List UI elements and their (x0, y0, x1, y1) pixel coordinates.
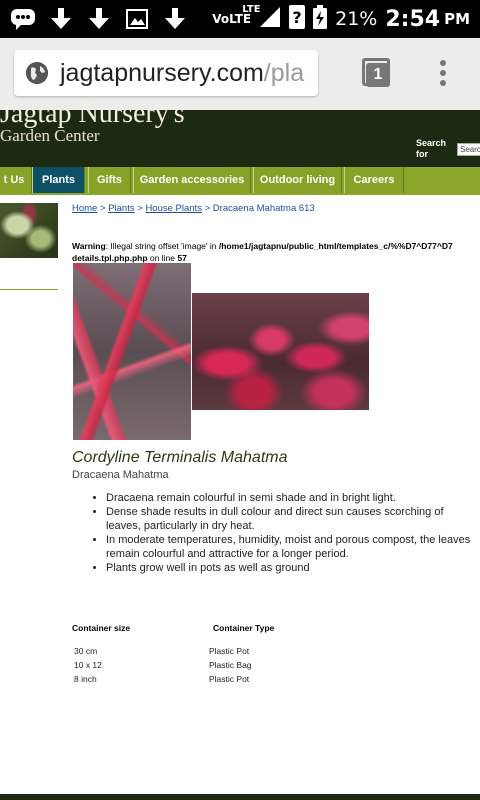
breadcrumb-current: Dracaena Mahatma 613 (212, 203, 315, 214)
container-type-cell: Plastic Bag (209, 660, 252, 670)
url-domain: jagtapnursery.com (60, 59, 264, 87)
clock: 2:54 (385, 6, 441, 32)
address-bar[interactable]: jagtapnursery.com/pla (14, 50, 318, 96)
product-common-name: Dracaena Mahatma (72, 469, 169, 481)
list-item: In moderate temperatures, humidity, mois… (106, 533, 478, 561)
battery-percent: 21% (335, 8, 378, 30)
warning-line-text: on line (147, 253, 178, 263)
list-item: Dracaena remain colourful in semi shade … (106, 491, 478, 505)
product-image-closeup[interactable] (73, 263, 191, 440)
table-row: 10 x 12 Plastic Bag (74, 660, 374, 672)
tab-count: 1 (366, 63, 390, 87)
container-size-cell: 10 x 12 (74, 660, 102, 670)
container-type-cell: Plastic Pot (209, 674, 250, 684)
breadcrumb-separator: > (204, 203, 211, 214)
url-text: jagtapnursery.com/pla (60, 59, 304, 88)
download-icon (86, 6, 112, 32)
list-item: Dense shade results in dull colour and d… (106, 505, 478, 533)
system-indicators: VoLTE LTE ? 21% 2:54 PM (212, 0, 470, 38)
product-title: Cordyline Terminalis Mahatma (72, 449, 288, 466)
dot-icon (440, 70, 446, 76)
status-bar: VoLTE LTE ? 21% 2:54 PM (0, 0, 480, 38)
container-size-header: Container size (72, 623, 131, 633)
search-input[interactable]: Search (457, 143, 480, 156)
breadcrumb: Home > Plants > House Plants > Dracaena … (72, 203, 315, 214)
download-icon (162, 6, 188, 32)
nav-item-careers[interactable]: Careers (344, 167, 404, 193)
product-image-group[interactable] (192, 293, 369, 410)
warning-text: : Illegal string offset 'image' in (105, 241, 219, 251)
footer-bar (0, 794, 480, 800)
list-item: Plants grow well in pots as well as grou… (106, 561, 478, 575)
sidebar-divider (0, 289, 58, 290)
nav-item-garden-accessories[interactable]: Garden accessories (133, 167, 251, 193)
warning-line-number: 57 (177, 253, 187, 263)
main-nav: t Us Plants Gifts Garden accessories Out… (0, 167, 480, 195)
url-path: /pla (263, 59, 305, 87)
bbm-icon (10, 6, 36, 32)
globe-icon (26, 62, 48, 84)
clock-ampm: PM (444, 10, 470, 28)
battery-icon (313, 5, 328, 33)
breadcrumb-home[interactable]: Home (72, 203, 97, 214)
tab-switcher-button[interactable]: 1 (362, 58, 390, 87)
container-size-cell: 30 cm (74, 646, 98, 656)
lte-label: LTE (242, 4, 261, 15)
nav-item-about-us[interactable]: t Us (0, 167, 32, 193)
warning-label: Warning (72, 241, 106, 251)
table-row: 30 cm Plastic Pot (74, 646, 374, 658)
breadcrumb-plants[interactable]: Plants (108, 203, 134, 214)
nav-item-plants[interactable]: Plants (32, 167, 85, 193)
breadcrumb-separator: > (137, 203, 143, 214)
network-type: VoLTE LTE (212, 4, 260, 26)
care-tips-list: Dracaena remain colourful in semi shade … (90, 491, 478, 575)
sidebar-plant-thumbnail[interactable] (0, 203, 58, 258)
table-row: 8 inch Plastic Pot (74, 674, 374, 686)
php-warning: Warning: Illegal string offset 'image' i… (72, 240, 480, 264)
nav-item-outdoor-living[interactable]: Outdoor living (253, 167, 342, 193)
container-type-cell: Plastic Pot (209, 646, 250, 656)
sim-unknown-icon: ? (289, 5, 306, 33)
signal-icon (259, 6, 281, 32)
dot-icon (440, 80, 446, 86)
container-size-cell: 8 inch (74, 674, 97, 684)
warning-file: details.tpl.php.php (72, 253, 148, 263)
search-label: Search for (416, 138, 447, 159)
image-icon (124, 6, 150, 32)
svg-text:?: ? (292, 8, 301, 27)
notification-icons (10, 6, 188, 32)
site-header: Jagtap Nursery's Garden Center Search fo… (0, 98, 480, 167)
nav-item-gifts[interactable]: Gifts (88, 167, 131, 193)
warning-path: /home1/jagtapnu/public_html/templates_c/… (218, 241, 453, 251)
breadcrumb-house-plants[interactable]: House Plants (145, 203, 202, 214)
breadcrumb-separator: > (99, 203, 106, 214)
site-subtitle: Garden Center (0, 126, 100, 145)
container-type-header: Container Type (213, 623, 275, 633)
dot-icon (440, 60, 446, 66)
overflow-menu-button[interactable] (437, 60, 449, 90)
download-icon (48, 6, 74, 32)
